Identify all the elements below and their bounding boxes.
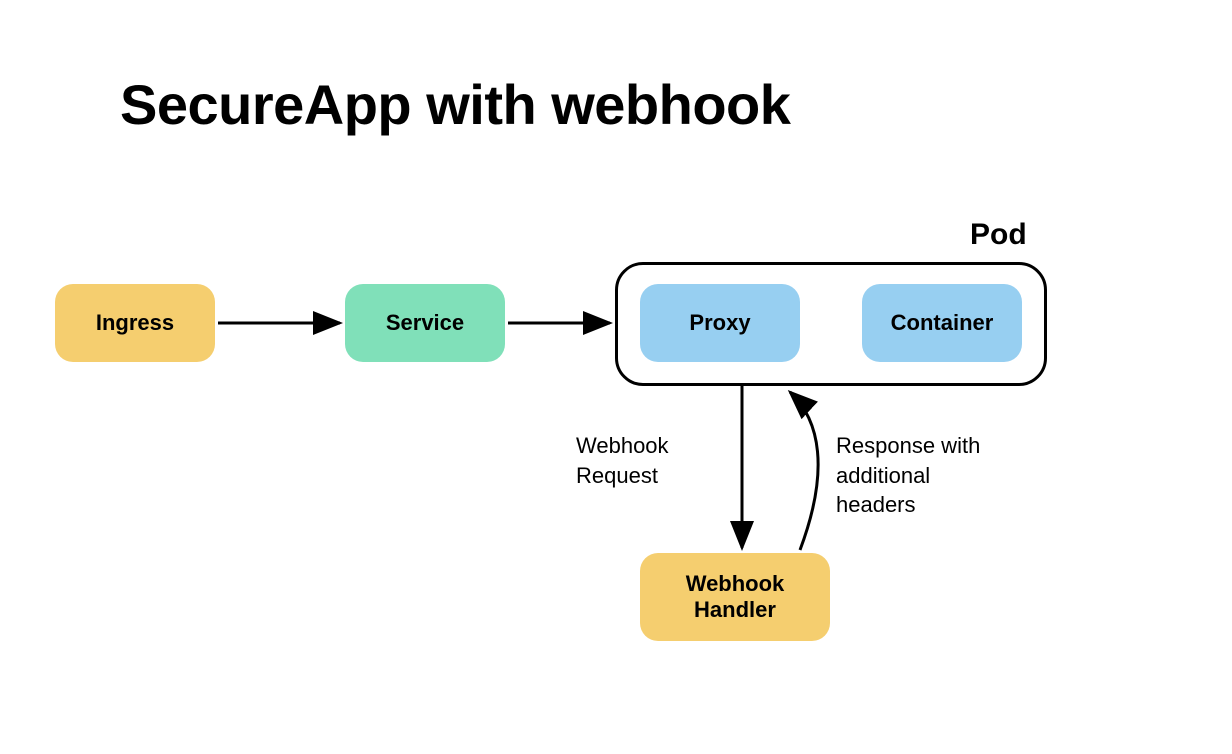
node-service: Service <box>345 284 505 362</box>
node-webhook-handler: WebhookHandler <box>640 553 830 641</box>
arrow-webhook-proxy <box>790 392 818 550</box>
edge-label-response: Response withadditionalheaders <box>836 431 980 520</box>
node-container: Container <box>862 284 1022 362</box>
node-ingress: Ingress <box>55 284 215 362</box>
node-proxy: Proxy <box>640 284 800 362</box>
diagram-title: SecureApp with webhook <box>120 72 790 137</box>
pod-label: Pod <box>970 218 1027 252</box>
edge-label-webhook-request: WebhookRequest <box>576 431 669 490</box>
